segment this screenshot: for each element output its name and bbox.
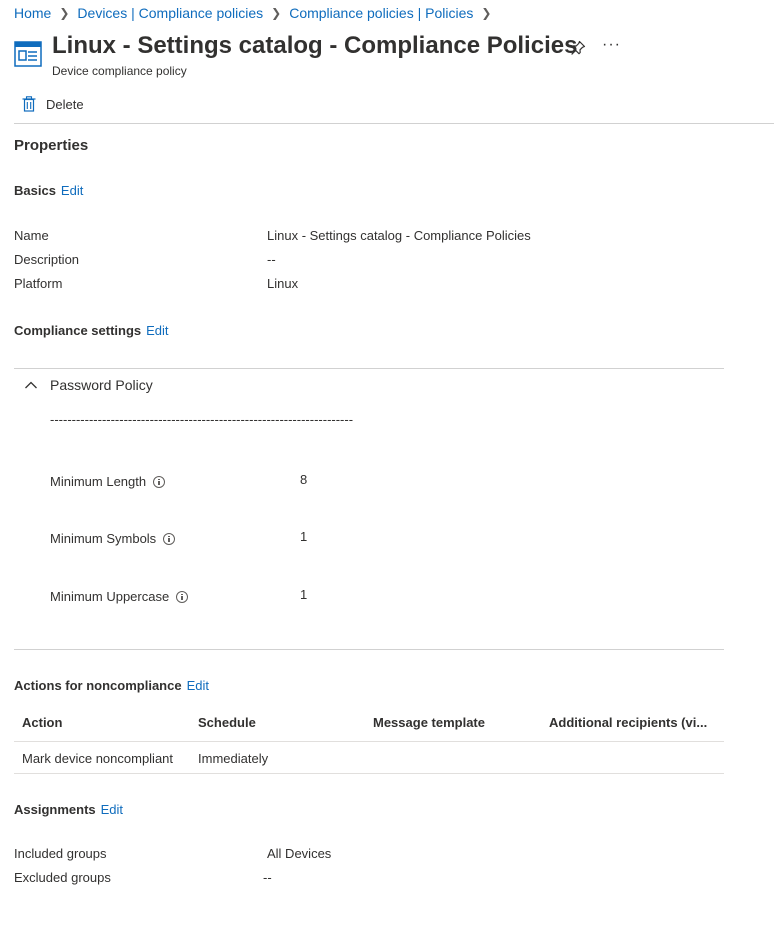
pin-icon[interactable]: [570, 40, 586, 56]
column-header-action[interactable]: Action: [22, 715, 62, 730]
column-header-schedule[interactable]: Schedule: [198, 715, 256, 730]
chevron-right-icon: ❯: [271, 6, 282, 20]
compliance-edit-link[interactable]: Edit: [146, 323, 168, 338]
platform-value: Linux: [267, 276, 299, 291]
delete-label: Delete: [46, 96, 84, 112]
info-icon[interactable]: [176, 590, 189, 603]
page-subtitle: Device compliance policy: [52, 64, 187, 78]
breadcrumb-home[interactable]: Home: [14, 5, 51, 21]
password-policy-title: Password Policy: [50, 377, 153, 393]
included-groups-label: Included groups: [14, 846, 107, 861]
minimum-length-text: Minimum Length: [50, 474, 147, 489]
breadcrumb: Home ❯ Devices | Compliance policies ❯ C…: [14, 5, 499, 21]
table-row-action: Mark device noncompliant: [22, 751, 174, 766]
name-value: Linux - Settings catalog - Compliance Po…: [267, 228, 531, 243]
table-row-schedule: Immediately: [198, 751, 269, 766]
minimum-uppercase-label: Minimum Uppercase: [50, 589, 189, 604]
actions-title: Actions for noncompliance: [14, 678, 182, 693]
name-label: Name: [14, 228, 49, 243]
page-title: Linux - Settings catalog - Compliance Po…: [52, 32, 578, 59]
more-options-icon[interactable]: ···: [602, 36, 621, 54]
compliance-section-title: Compliance settings Edit: [14, 323, 169, 338]
actions-section-title: Actions for noncompliance Edit: [14, 678, 209, 693]
column-header-additional-recipients[interactable]: Additional recipients (vi...: [549, 715, 707, 730]
assignments-section-title: Assignments Edit: [14, 802, 123, 817]
compliance-title: Compliance settings: [14, 323, 142, 338]
assignments-title: Assignments: [14, 802, 96, 817]
table-header-divider: [14, 741, 724, 742]
toolbar-divider: [14, 123, 774, 124]
included-groups-value: All Devices: [267, 846, 332, 861]
excluded-groups-value: --: [263, 870, 272, 885]
password-policy-accordion[interactable]: Password Policy: [24, 377, 153, 393]
chevron-up-icon: [25, 381, 37, 389]
assignments-edit-link[interactable]: Edit: [101, 802, 123, 817]
basics-edit-link[interactable]: Edit: [61, 183, 83, 198]
description-label: Description: [14, 252, 80, 267]
breadcrumb-compliance-policies[interactable]: Compliance policies | Policies: [289, 5, 473, 21]
breadcrumb-devices-compliance[interactable]: Devices | Compliance policies: [77, 5, 263, 21]
minimum-length-value: 8: [300, 472, 308, 487]
minimum-uppercase-value: 1: [300, 587, 308, 602]
compliance-policy-icon: [14, 41, 42, 67]
table-row-divider: [14, 773, 724, 774]
compliance-top-divider: [14, 368, 724, 369]
basics-title: Basics: [14, 183, 56, 198]
properties-heading: Properties: [14, 137, 89, 154]
minimum-length-label: Minimum Length: [50, 474, 166, 489]
info-icon[interactable]: [153, 475, 166, 488]
actions-edit-link[interactable]: Edit: [187, 678, 209, 693]
minimum-symbols-text: Minimum Symbols: [50, 531, 157, 546]
basics-section-title: Basics Edit: [14, 183, 83, 198]
column-header-message-template[interactable]: Message template: [373, 715, 485, 730]
minimum-symbols-label: Minimum Symbols: [50, 531, 176, 546]
compliance-bottom-divider: [14, 649, 724, 650]
description-value: --: [267, 252, 276, 267]
platform-label: Platform: [14, 276, 63, 291]
chevron-right-icon: ❯: [481, 6, 492, 20]
minimum-symbols-value: 1: [300, 529, 308, 544]
group-separator-dashes: ----------------------------------------…: [50, 412, 354, 427]
excluded-groups-label: Excluded groups: [14, 870, 111, 885]
info-icon[interactable]: [163, 532, 176, 545]
trash-icon: [22, 96, 36, 112]
delete-button[interactable]: Delete: [22, 96, 84, 112]
chevron-right-icon: ❯: [59, 6, 70, 20]
minimum-uppercase-text: Minimum Uppercase: [50, 589, 170, 604]
